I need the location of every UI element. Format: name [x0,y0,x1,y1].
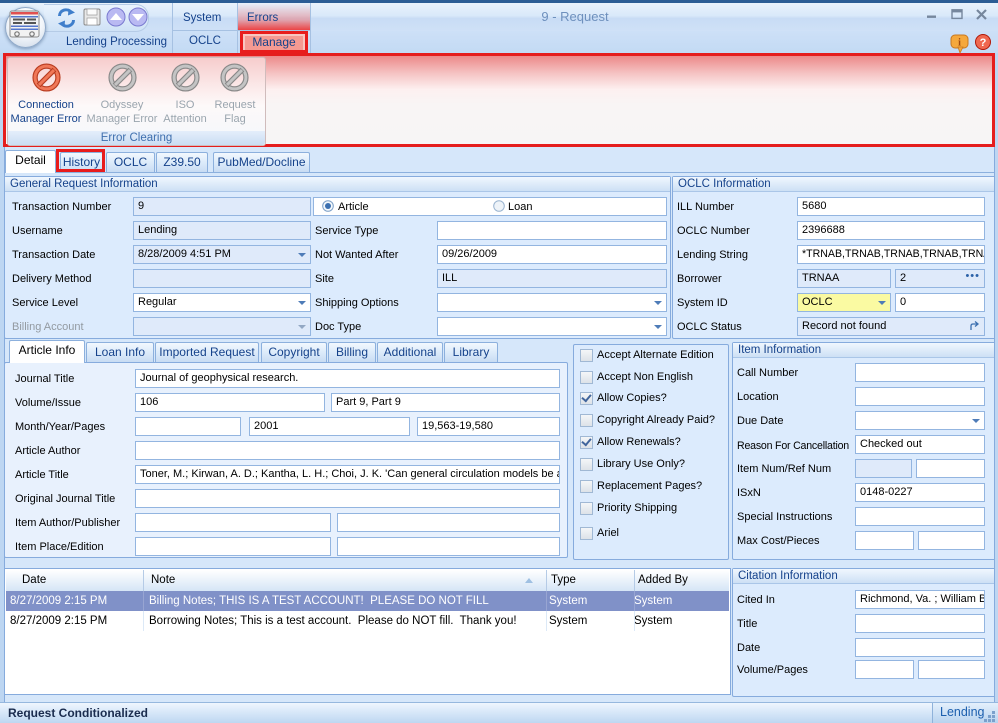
svg-text:i: i [958,38,961,49]
svg-text:?: ? [980,37,987,49]
